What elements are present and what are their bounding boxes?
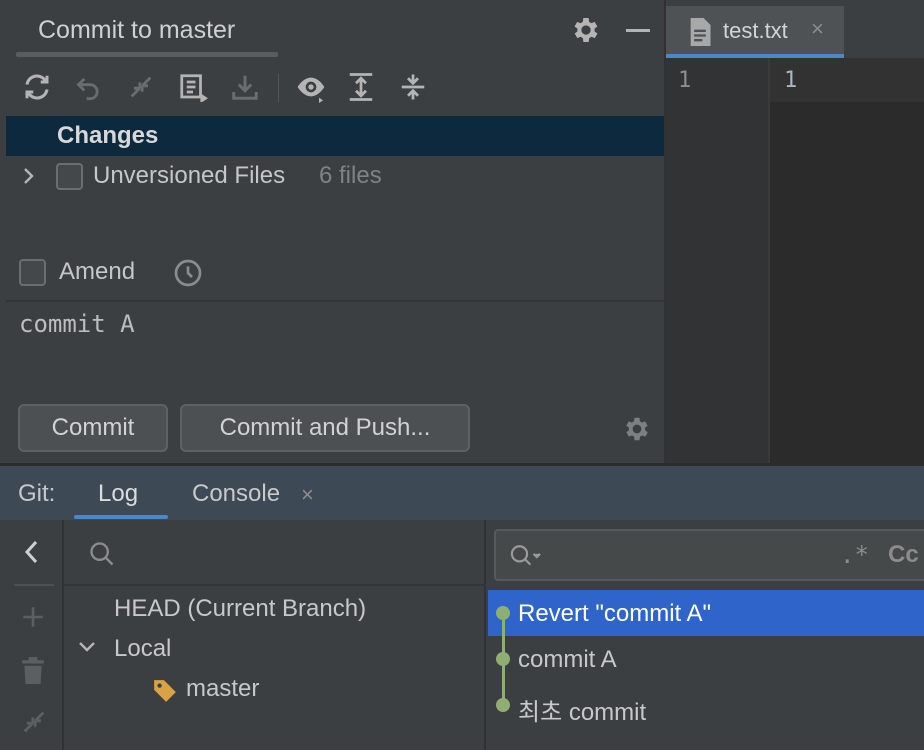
commit-and-push-button[interactable]: Commit and Push... (180, 404, 470, 452)
changes-tree: Changes Unversioned Files 6 files (6, 116, 664, 256)
commit-options-gear-icon[interactable] (622, 414, 652, 444)
editor-text-line[interactable]: 1 (784, 68, 797, 93)
chevron-right-icon[interactable] (20, 164, 38, 188)
commit-message: Revert "commit A" (518, 600, 712, 627)
close-icon[interactable]: × (301, 482, 314, 508)
git-label: Git: (18, 480, 56, 507)
branch-head[interactable]: HEAD (Current Branch) (114, 595, 366, 623)
commit-row[interactable]: 최초 commit (488, 682, 924, 728)
amend-checkbox[interactable] (19, 259, 46, 286)
commit-title: Commit to master (38, 16, 236, 44)
editor-tab-test-txt[interactable]: test.txt × (666, 6, 844, 58)
commit-toolbar (0, 62, 664, 114)
search-icon (88, 540, 116, 568)
git-header: Git: Log Console × (0, 466, 924, 520)
close-icon[interactable]: × (811, 16, 824, 42)
compare-arrows-icon[interactable] (20, 708, 48, 736)
commit-header: Commit to master (0, 0, 664, 58)
commit-message: commit A (518, 646, 617, 673)
commit-message-text[interactable]: commit A (19, 310, 135, 338)
unversioned-files-label: Unversioned Files (93, 162, 286, 189)
editor: test.txt × 1 1 (664, 0, 924, 463)
toolbar-separator (278, 74, 279, 102)
commit-title-underline (16, 52, 278, 57)
branch-search-input[interactable] (64, 520, 486, 586)
changes-label: Changes (57, 122, 159, 149)
changes-node[interactable]: Changes (6, 116, 664, 156)
amend-label[interactable]: Amend (59, 258, 135, 286)
text-file-icon (688, 18, 712, 46)
tab-console[interactable]: Console (192, 480, 280, 508)
gear-icon[interactable] (570, 14, 602, 46)
branches-toolbar (0, 520, 64, 750)
git-tool-window: Git: Log Console × HEAD (Current Branch) (0, 463, 924, 750)
collapse-all-icon[interactable] (396, 70, 430, 104)
unversioned-files-count: 6 files (319, 162, 382, 189)
search-icon[interactable] (508, 543, 544, 569)
commit-tool-window: Commit to master Changes Unversioned Fil… (0, 0, 664, 463)
branches-panel: HEAD (Current Branch) Local master (64, 520, 486, 750)
diff-arrows-icon[interactable] (124, 70, 158, 104)
amend-row: Amend (0, 250, 664, 296)
eye-icon[interactable] (294, 70, 328, 104)
commit-graph-line (502, 613, 505, 705)
chevron-left-icon[interactable] (20, 538, 44, 566)
editor-tab-label: test.txt (723, 18, 788, 43)
commit-log-panel: .* Cc Revert "commit A" commit A 최초 comm… (488, 520, 924, 750)
log-search-input[interactable]: .* Cc (494, 529, 924, 581)
editor-tab-bar: test.txt × (666, 0, 924, 58)
refresh-icon[interactable] (20, 70, 54, 104)
toolbar-separator (14, 584, 54, 586)
active-tab-indicator (74, 515, 168, 519)
commit-row[interactable]: commit A (488, 636, 924, 682)
branch-master[interactable]: master (186, 675, 259, 703)
rollback-icon[interactable] (72, 70, 106, 104)
tab-log[interactable]: Log (98, 480, 138, 508)
unversioned-files-checkbox[interactable] (56, 163, 83, 190)
commit-row[interactable]: Revert "commit A" (488, 590, 924, 636)
commit-list: Revert "commit A" commit A 최초 commit (488, 590, 924, 750)
regex-toggle[interactable]: .* (840, 541, 869, 569)
line-number: 1 (678, 68, 692, 93)
unversioned-files-node[interactable]: Unversioned Files 6 files (6, 158, 664, 196)
shelve-icon[interactable] (176, 70, 210, 104)
unshelve-icon[interactable] (228, 70, 262, 104)
clock-history-icon[interactable] (172, 257, 204, 289)
expand-all-icon[interactable] (344, 70, 378, 104)
match-case-toggle[interactable]: Cc (888, 541, 919, 569)
commit-message-input[interactable]: commit A (6, 300, 664, 400)
add-icon[interactable] (20, 604, 46, 630)
commit-button[interactable]: Commit (18, 404, 168, 452)
line-number-gutter: 1 (666, 58, 770, 463)
commit-message: 최초 commit (518, 699, 647, 726)
trash-icon[interactable] (20, 656, 46, 684)
branch-group-local[interactable]: Local (114, 635, 171, 663)
chevron-down-icon[interactable] (76, 636, 98, 658)
minimize-button[interactable] (626, 29, 650, 32)
branch-tag-icon (152, 678, 178, 704)
